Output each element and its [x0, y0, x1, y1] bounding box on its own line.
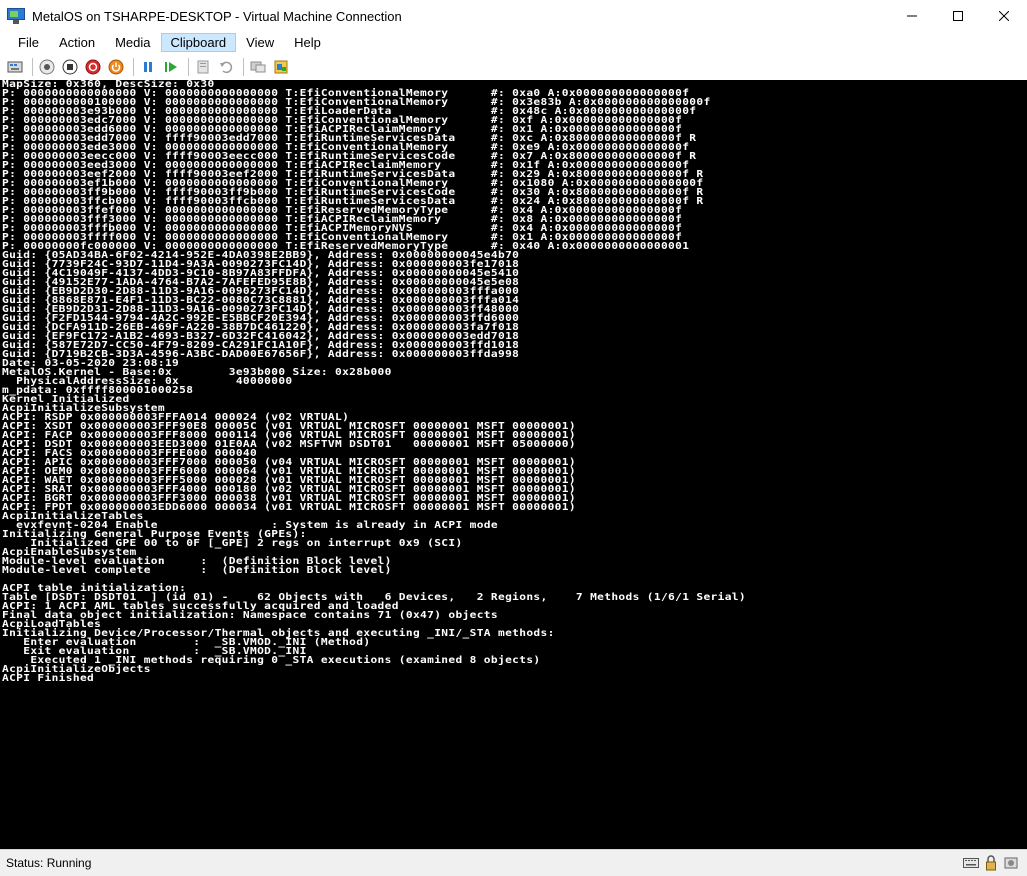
- pause-icon: [144, 62, 152, 72]
- menu-file[interactable]: File: [8, 33, 49, 52]
- vm-connection-icon: [7, 8, 25, 24]
- console-line: ACPI Finished: [2, 672, 95, 684]
- turn-off-icon: [62, 59, 78, 75]
- revert-icon: [220, 61, 233, 74]
- power-button[interactable]: [106, 57, 126, 77]
- vm-console-screen[interactable]: MapSize: 0x360, DescSize: 0x30 P: 0000000…: [0, 80, 1027, 849]
- toolbar-separator: [133, 58, 134, 76]
- toolbar-separator: [243, 58, 244, 76]
- share-button[interactable]: [271, 57, 291, 77]
- menu-bar: File Action Media Clipboard View Help: [0, 32, 1027, 52]
- turn-off-button[interactable]: [60, 57, 80, 77]
- power-icon: [108, 59, 124, 75]
- close-icon: [999, 11, 1009, 21]
- revert-button[interactable]: [216, 57, 236, 77]
- close-button[interactable]: [981, 0, 1027, 32]
- title-bar: MetalOS on TSHARPE-DESKTOP - Virtual Mac…: [0, 0, 1027, 32]
- console-line: AcpiInitializeObjects: [2, 663, 151, 675]
- resume-icon: [165, 62, 177, 72]
- status-icons: [963, 855, 1019, 871]
- maximize-button[interactable]: [935, 0, 981, 32]
- toolbar: [0, 55, 1027, 79]
- checkpoint-button[interactable]: [193, 57, 213, 77]
- toolbar-separator: [32, 58, 33, 76]
- share-icon: [274, 60, 288, 74]
- menu-clipboard[interactable]: Clipboard: [160, 32, 237, 52]
- menu-help[interactable]: Help: [284, 33, 331, 52]
- menu-action[interactable]: Action: [49, 33, 105, 52]
- keyboard-icon: [963, 855, 979, 871]
- minimize-icon: [907, 15, 917, 17]
- enhanced-session-icon: [250, 61, 266, 73]
- ctrl-alt-del-icon: [7, 61, 23, 73]
- ctrl-alt-del-button[interactable]: [5, 57, 25, 77]
- audio-icon: [1003, 855, 1019, 871]
- toolbar-separator: [188, 58, 189, 76]
- console-line: Final data object initialization: Namesp…: [2, 609, 498, 621]
- minimize-button[interactable]: [889, 0, 935, 32]
- shutdown-icon: [85, 59, 101, 75]
- enhanced-session-button[interactable]: [248, 57, 268, 77]
- maximize-icon: [953, 11, 963, 21]
- console-output: MapSize: 0x360, DescSize: 0x30 P: 0000000…: [2, 80, 746, 683]
- start-button[interactable]: [37, 57, 57, 77]
- checkpoint-icon: [197, 60, 209, 74]
- shutdown-button[interactable]: [83, 57, 103, 77]
- status-bar: Status: Running: [0, 849, 1027, 876]
- resume-button[interactable]: [161, 57, 181, 77]
- status-text: Status: Running: [6, 856, 92, 870]
- pause-button[interactable]: [138, 57, 158, 77]
- window-controls: [889, 0, 1027, 32]
- start-icon: [39, 59, 55, 75]
- console-line: Module-level complete : (Definition Bloc…: [2, 564, 392, 576]
- window-title: MetalOS on TSHARPE-DESKTOP - Virtual Mac…: [32, 8, 402, 24]
- menu-view[interactable]: View: [236, 33, 284, 52]
- menu-media[interactable]: Media: [105, 33, 160, 52]
- lock-icon: [983, 855, 999, 871]
